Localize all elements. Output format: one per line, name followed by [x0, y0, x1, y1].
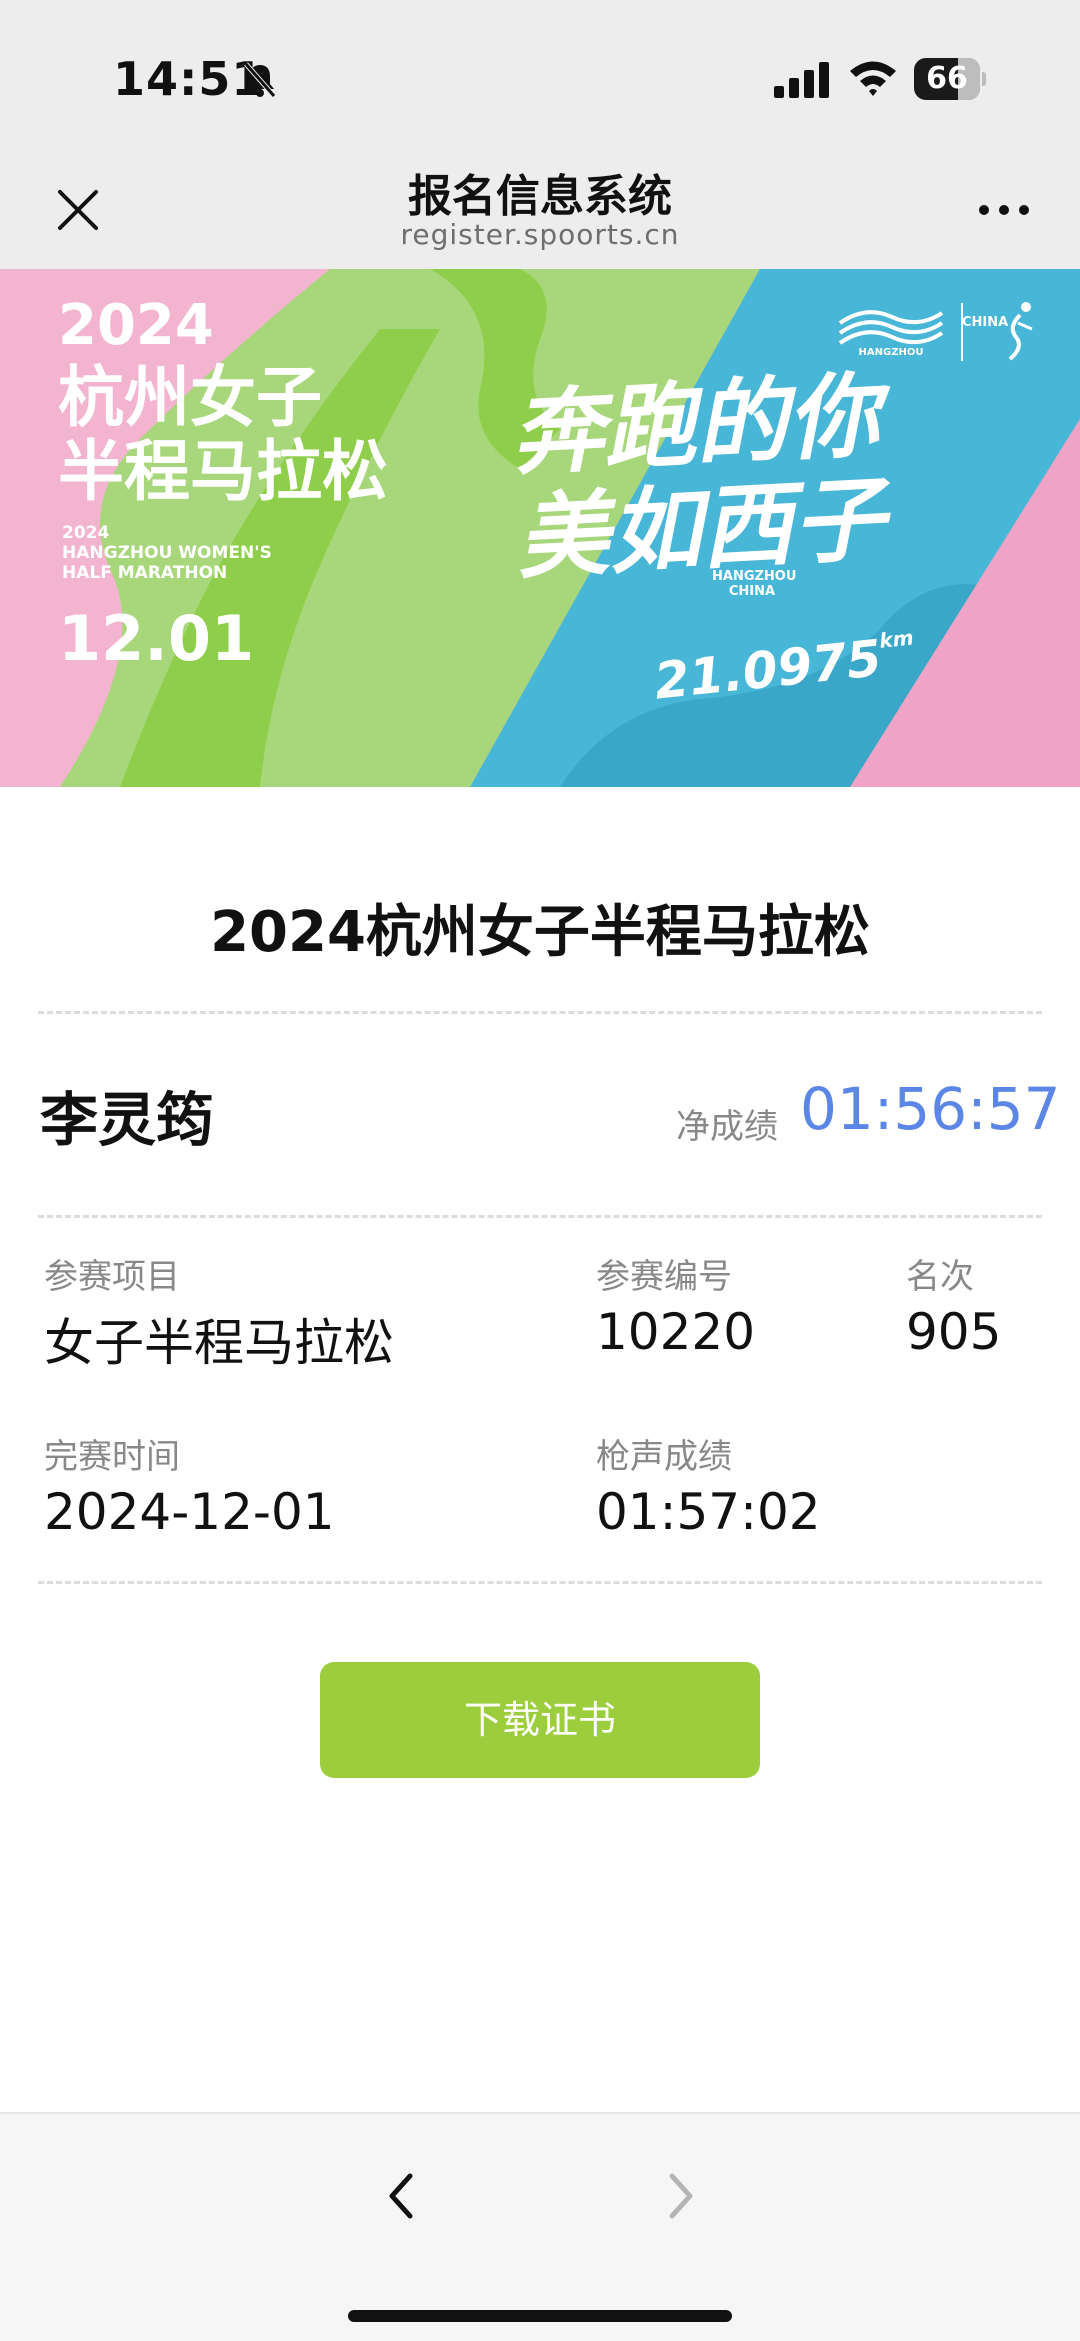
top-nav: 报名信息系统 register.spoorts.cn: [0, 150, 1080, 269]
banner-city-line1: HANGZHOU: [712, 569, 797, 584]
rank-value: 905: [906, 1303, 1002, 1361]
finish-date-label: 完赛时间: [44, 1437, 180, 1477]
browser-header: 14:51 66 报名信息系统 register.spoorts.cn: [0, 0, 1080, 269]
battery-level: 66: [926, 61, 968, 96]
banner-title-line1: 杭州女子: [58, 359, 322, 436]
status-bar: 14:51 66: [0, 0, 1080, 150]
bottom-nav-bar: [0, 2112, 1080, 2341]
gun-time-value: 01:57:02: [596, 1483, 821, 1541]
runner-name: 李灵筠: [40, 1086, 215, 1154]
china-runner-logo-icon: [961, 302, 1033, 361]
logo-right-text: CHINA: [962, 315, 1009, 330]
event-title: 2024杭州女子半程马拉松: [210, 900, 870, 965]
cellular-signal-icon: [774, 62, 829, 98]
banner-city-line2: CHINA: [728, 584, 776, 599]
event-value: 女子半程马拉松: [44, 1314, 394, 1372]
banner-date: 12.01: [58, 602, 255, 675]
divider: [38, 1215, 1042, 1218]
logo-left-text: HANGZHOU: [858, 347, 924, 358]
home-indicator: [348, 2310, 732, 2322]
bib-value: 10220: [596, 1303, 756, 1361]
banner-slogan: 奔跑的你 美如西子: [509, 356, 1019, 592]
net-time-label: 净成绩: [676, 1107, 778, 1147]
mute-bell-icon: [244, 62, 276, 98]
banner-title-en: 2024 HANGZHOU WOMEN'S HALF MARATHON: [62, 523, 302, 583]
banner-distance-unit: km: [878, 625, 915, 653]
net-time-value: 01:56:57: [800, 1075, 1061, 1143]
banner-title-line2: 半程马拉松: [58, 433, 388, 510]
battery-icon: 66: [914, 58, 986, 100]
page-url: register.spoorts.cn: [400, 218, 680, 251]
more-icon[interactable]: [972, 190, 1036, 230]
banner-en-line2: HANGZHOU WOMEN'S: [62, 543, 272, 563]
page-title: 报名信息系统: [408, 171, 672, 222]
banner-city: HANGZHOU CHINA: [712, 569, 797, 599]
bib-label: 参赛编号: [596, 1257, 732, 1297]
finish-date-value: 2024-12-01: [44, 1483, 335, 1541]
banner-en-line3: HALF MARATHON: [62, 563, 228, 583]
banner-year: 2024: [58, 293, 214, 358]
divider: [38, 1011, 1042, 1014]
gun-time-label: 枪声成绩: [596, 1437, 732, 1477]
wifi-icon: [850, 61, 896, 96]
event-banner: 2024 杭州女子 半程马拉松 2024 HANGZHOU WOMEN'S HA…: [0, 269, 1080, 787]
banner-title-cn: 杭州女子 半程马拉松: [58, 361, 438, 509]
banner-en-line1: 2024: [62, 523, 110, 543]
chevron-left-icon[interactable]: [372, 2156, 432, 2236]
chevron-right-icon[interactable]: [650, 2156, 710, 2236]
download-certificate-button[interactable]: 下载证书: [320, 1662, 760, 1778]
divider: [38, 1581, 1042, 1584]
rank-label: 名次: [906, 1257, 974, 1297]
event-label: 参赛项目: [44, 1257, 180, 1297]
